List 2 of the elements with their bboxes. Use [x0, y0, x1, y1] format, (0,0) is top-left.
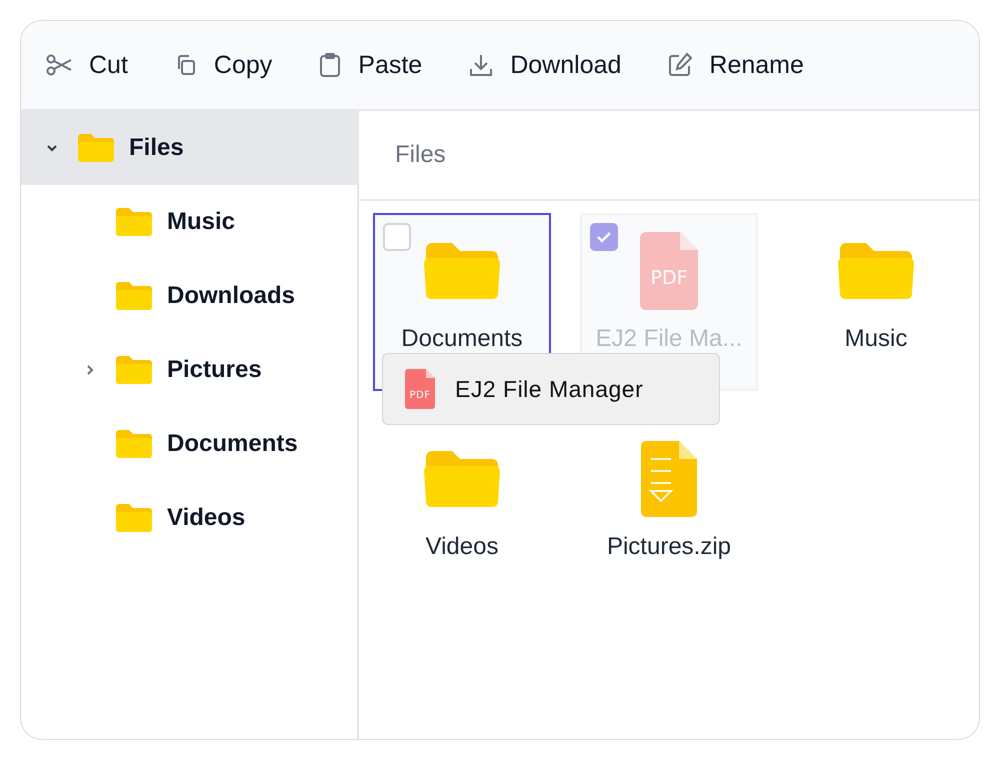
pdf-file-icon: PDF	[405, 369, 435, 409]
pdf-file-icon: PDF	[640, 232, 698, 310]
